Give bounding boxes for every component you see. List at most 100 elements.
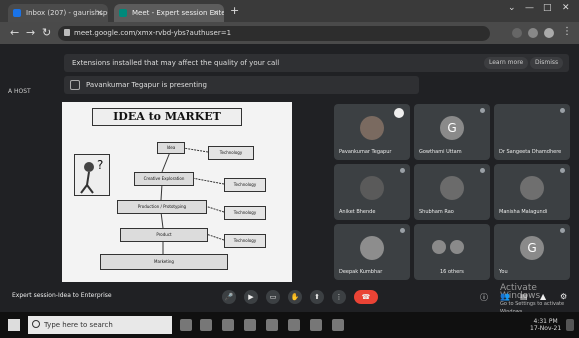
thinking-person-icon: ? — [74, 154, 110, 196]
participant-name: Deepak Kumbhar — [339, 269, 383, 275]
tab-gmail[interactable]: Inbox (207) - gaurishsp@gmail.com × — [8, 4, 108, 22]
taskbar-search[interactable]: Type here to search — [28, 316, 172, 334]
new-tab-button[interactable]: + — [230, 4, 239, 17]
app-icon[interactable] — [288, 319, 300, 331]
avatar — [450, 240, 464, 254]
host-label: A HOST — [8, 88, 31, 95]
leave-call-button[interactable]: ☎ — [354, 290, 378, 304]
mic-off-icon — [400, 168, 405, 173]
lock-icon[interactable] — [64, 29, 70, 36]
participant-tile[interactable]: Shubham Rao — [414, 164, 490, 220]
notifications-icon[interactable] — [566, 319, 574, 331]
participant-tile[interactable]: G Gowthami Uttam — [414, 104, 490, 160]
avatar — [432, 240, 446, 254]
address-bar[interactable]: meet.google.com/xmx-rvbd-ybs?authuser=1 — [58, 26, 490, 41]
mic-off-icon — [480, 108, 485, 113]
participant-tile[interactable]: G You — [494, 224, 570, 280]
flow-technology: Technology — [224, 206, 266, 220]
tab-search-icon[interactable]: ⌄ — [508, 3, 516, 13]
chat-icon[interactable]: ▤ — [520, 292, 530, 302]
participant-tile[interactable]: Dr Sangeeta Dhamdhere — [494, 104, 570, 160]
participant-name: Aniket Bhende — [339, 209, 376, 215]
participant-tile[interactable]: Manisha Malagundi — [494, 164, 570, 220]
search-icon — [32, 320, 40, 328]
flow-product: Product — [120, 228, 208, 242]
reload-button[interactable]: ↻ — [42, 26, 51, 39]
people-icon[interactable]: 👥 — [500, 292, 510, 302]
flow-production: Production / Prototyping — [117, 200, 207, 214]
store-icon[interactable] — [244, 319, 256, 331]
raise-hand-button[interactable]: ✋ — [288, 290, 302, 304]
mic-off-icon — [560, 168, 565, 173]
browser-tab-strip: Inbox (207) - gaurishsp@gmail.com × Meet… — [0, 0, 579, 22]
app-icon[interactable] — [310, 319, 322, 331]
task-view-icon[interactable] — [200, 319, 212, 331]
extension-icon[interactable] — [512, 28, 522, 38]
mic-off-icon — [560, 228, 565, 233]
close-icon[interactable]: × — [212, 4, 219, 22]
mic-button[interactable]: 🎤 — [222, 290, 236, 304]
avatar: G — [440, 116, 464, 140]
learn-more-button[interactable]: Learn more — [484, 57, 529, 69]
forward-button[interactable]: → — [26, 26, 35, 39]
slide-title: IDEA to MARKET — [92, 108, 242, 126]
info-icon[interactable]: ⓘ — [480, 292, 490, 302]
flow-creative: Creative Exploration — [134, 172, 194, 186]
windows-start-icon[interactable] — [8, 319, 20, 331]
app-icon[interactable] — [332, 319, 344, 331]
avatar — [360, 116, 384, 140]
participant-tile[interactable]: Aniket Bhende — [334, 164, 410, 220]
mic-icon[interactable] — [180, 319, 192, 331]
participant-name: Shubham Rao — [419, 209, 454, 215]
tab-label: Meet - Expert session Enter — [132, 9, 224, 17]
more-options-button[interactable]: ⋮ — [332, 290, 346, 304]
camera-button[interactable]: ▶ — [244, 290, 258, 304]
flow-technology: Technology — [224, 234, 266, 248]
clock-time: 4:31 PM — [533, 318, 558, 325]
participant-tile-others[interactable]: 16 others — [414, 224, 490, 280]
host-controls-icon[interactable]: ⚙ — [560, 292, 570, 302]
svg-text:?: ? — [97, 158, 103, 172]
profile-avatar[interactable] — [544, 28, 554, 38]
extension-warning-banner: Extensions installed that may affect the… — [64, 54, 569, 72]
presenting-icon — [394, 108, 404, 118]
tab-meet[interactable]: Meet - Expert session Enter × — [114, 4, 224, 22]
flow-idea: Idea — [157, 142, 185, 154]
minimize-button[interactable]: — — [525, 3, 534, 13]
back-button[interactable]: ← — [10, 26, 19, 39]
captions-button[interactable]: ▭ — [266, 290, 280, 304]
presenting-text: Pavankumar Tegapur is presenting — [86, 81, 207, 89]
meet-window: A HOST Extensions installed that may aff… — [0, 44, 579, 315]
extension-icon[interactable] — [528, 28, 538, 38]
present-button[interactable]: ⬆ — [310, 290, 324, 304]
menu-icon[interactable]: ⋮ — [562, 26, 572, 37]
clock[interactable]: 4:31 PM 17-Nov-21 — [530, 318, 561, 332]
activities-icon[interactable]: ▲ — [540, 292, 550, 302]
chrome-icon[interactable] — [266, 319, 278, 331]
participant-tile[interactable]: Deepak Kumbhar — [334, 224, 410, 280]
mic-off-icon — [560, 108, 565, 113]
presenting-banner: Pavankumar Tegapur is presenting — [64, 76, 419, 94]
participant-tile[interactable]: Pavankumar Tegapur — [334, 104, 410, 160]
search-placeholder: Type here to search — [44, 321, 113, 329]
dismiss-button[interactable]: Dismiss — [530, 57, 564, 69]
maximize-button[interactable]: □ — [543, 3, 552, 13]
close-window-button[interactable]: ✕ — [562, 3, 570, 13]
url-text: meet.google.com/xmx-rvbd-ybs?authuser=1 — [74, 29, 232, 37]
participant-name: You — [499, 269, 508, 275]
mic-off-icon — [400, 228, 405, 233]
flow-technology: Technology — [224, 178, 266, 192]
file-explorer-icon[interactable] — [222, 319, 234, 331]
shared-screen: IDEA to MARKET ? Idea Creative Explorati… — [62, 102, 292, 282]
participant-name: Pavankumar Tegapur — [339, 149, 392, 155]
close-icon[interactable]: × — [96, 4, 103, 22]
browser-toolbar: ← → ↻ meet.google.com/xmx-rvbd-ybs?authu… — [0, 22, 579, 44]
windows-taskbar: Type here to search 4:31 PM 17-Nov-21 — [0, 312, 579, 338]
participant-name: Dr Sangeeta Dhamdhere — [499, 149, 562, 155]
present-screen-icon — [70, 80, 80, 90]
flow-technology: Technology — [208, 146, 254, 160]
avatar — [520, 176, 544, 200]
screenshot-frame: Inbox (207) - gaurishsp@gmail.com × Meet… — [0, 0, 579, 338]
participant-name: Gowthami Uttam — [419, 149, 462, 155]
banner-text: Extensions installed that may affect the… — [72, 59, 280, 67]
